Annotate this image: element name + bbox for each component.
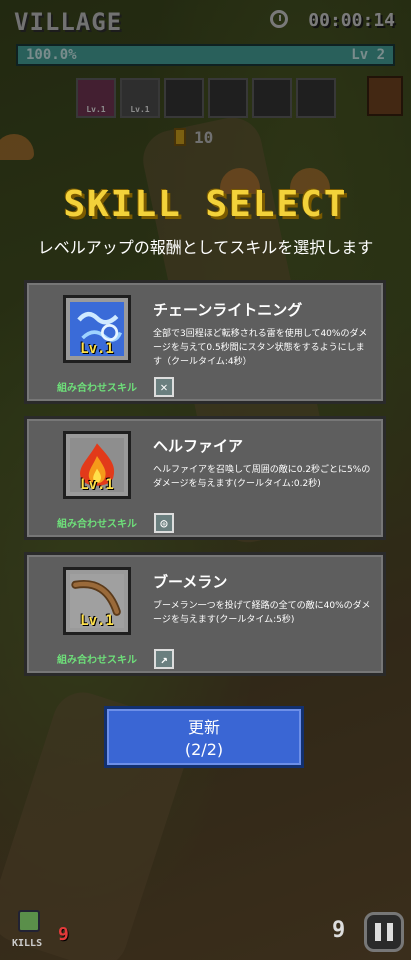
combo-skill-label: 組み合わせスキル [57,383,137,394]
combo-skill-icon: ◎ [154,513,174,533]
combo-skill-icon: ✕ [154,377,174,397]
kills-icon [18,910,40,932]
kills-label: KILLS [12,938,43,949]
skill-name: チェーンライトニング [153,301,303,319]
refresh-count: (2/2) [184,740,224,759]
card-level: Lv.1 [80,613,114,629]
skill-description: 全部で3回程ほど転移される雷を使用して40%のダメージを与えて0.5秒間にスタン… [153,329,368,367]
dialog-subtitle: レベルアップの報酬としてスキルを選択します [37,238,374,257]
hellfire-icon: Lv.1 [63,431,131,499]
skill-card-chain-lightning[interactable]: Lv.1 組み合わせスキル ✕ チェーンライトニング 全部で3回程ほど転移される… [24,280,386,404]
combo-skill-label: 組み合わせスキル [57,519,137,530]
chain-lightning-icon: Lv.1 [63,295,131,363]
enemy-count: 9 [332,918,346,943]
pause-bar [387,923,393,941]
card-level: Lv.1 [80,477,114,493]
game-screen: VILLAGE 00:00:14 100.0% Lv 2 Lv.1 Lv.1 1… [0,0,411,960]
dialog-title: SKILL SELECT [63,184,348,225]
skill-card-hellfire[interactable]: Lv.1 組み合わせスキル ◎ ヘルファイア ヘルファイアを召喚して周囲の敵に0… [24,416,386,540]
card-level: Lv.1 [80,341,114,357]
kills-count: 9 [58,924,69,945]
skill-name: ブーメラン [153,573,228,591]
skill-description: ブーメラン一つを投げて経路の全ての敵に40%のダメージを与えます(クールタイム:… [153,601,371,625]
refresh-label: 更新 [187,718,220,737]
refresh-button[interactable]: 更新 (2/2) [104,706,304,768]
skill-card-boomerang[interactable]: Lv.1 組み合わせスキル ↗ ブーメラン ブーメラン一つを投げて経路の全ての敵… [24,552,386,676]
pause-bar [375,923,381,941]
combo-skill-label: 組み合わせスキル [57,655,137,666]
combo-skill-icon: ↗ [154,649,174,669]
pause-button[interactable] [364,912,404,952]
boomerang-icon: Lv.1 [63,567,131,635]
skill-name: ヘルファイア [153,437,244,455]
skill-description: ヘルファイアを召喚して周囲の敵に0.2秒ごとに5%のダメージを与えます(クールタ… [153,465,371,489]
